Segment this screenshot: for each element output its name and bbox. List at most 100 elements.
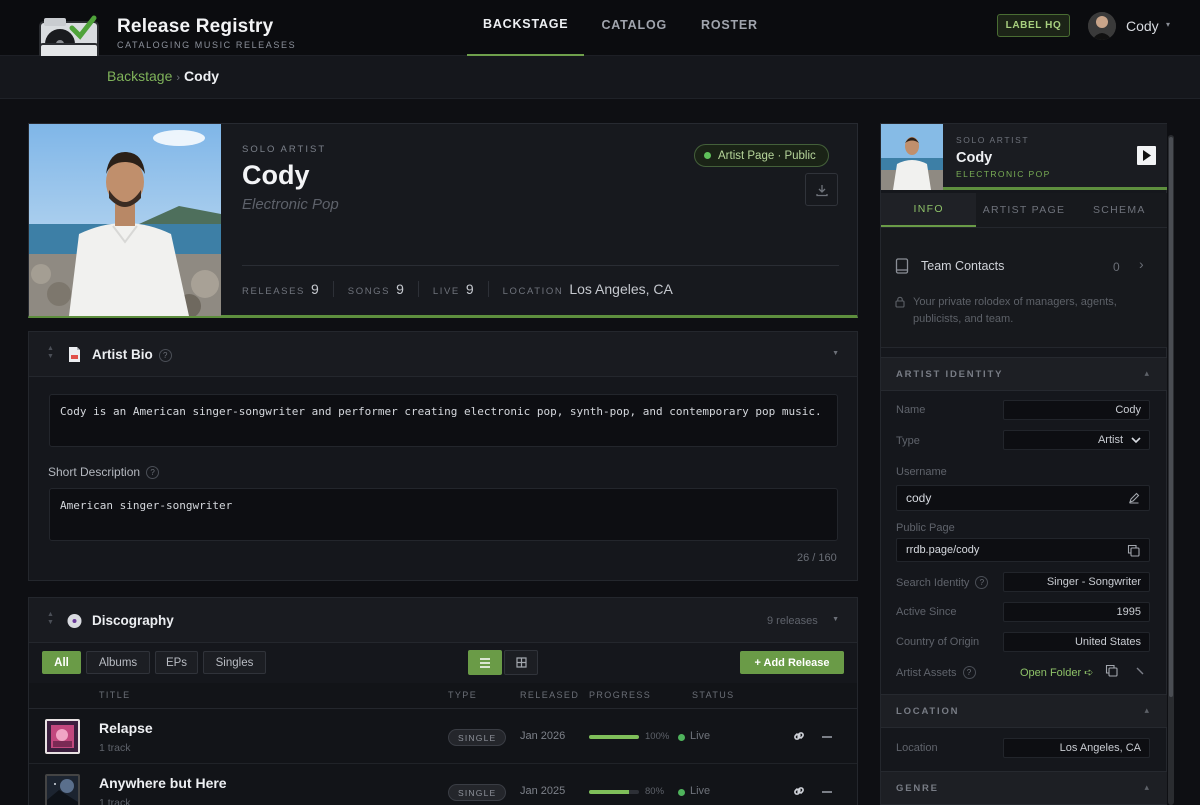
artist-photo — [29, 124, 221, 316]
breadcrumb-separator: › — [176, 72, 181, 84]
chevron-right-icon[interactable]: › — [1139, 256, 1144, 272]
field-label-location: Location — [896, 742, 938, 754]
link-icon[interactable] — [792, 784, 806, 798]
search-identity-field[interactable]: Singer - Songwriter — [1003, 572, 1150, 592]
bio-textarea[interactable]: Cody is an American singer-songwriter an… — [49, 394, 838, 447]
character-counter: 26 / 160 — [797, 552, 837, 564]
panel-title: Artist Bio? — [92, 347, 172, 362]
collapse-chevron-icon[interactable]: ▼ — [832, 350, 839, 357]
stat-label: RELEASES — [242, 286, 305, 297]
help-icon[interactable]: ? — [975, 576, 989, 589]
user-name[interactable]: Cody — [1126, 18, 1159, 34]
column-header-type[interactable]: TYPE — [448, 690, 477, 700]
name-field[interactable]: Cody — [1003, 400, 1150, 420]
add-release-button[interactable]: + Add Release — [740, 651, 844, 674]
tab-schema[interactable]: SCHEMA — [1072, 193, 1167, 227]
list-view-button[interactable] — [468, 650, 502, 675]
collapse-chevron-icon[interactable]: ▼ — [832, 616, 839, 623]
release-date: Jan 2025 — [520, 785, 566, 797]
filter-eps-button[interactable]: EPs — [155, 651, 198, 674]
tab-artist-page[interactable]: ARTIST PAGE — [976, 193, 1071, 227]
column-header-released[interactable]: RELEASED — [520, 690, 579, 700]
help-icon[interactable]: ? — [962, 666, 976, 679]
page-status-badge[interactable]: Artist Page · Public — [694, 144, 829, 167]
discography-header[interactable]: ▲ ▼ Discography 9 releases ▼ — [29, 598, 857, 643]
release-title[interactable]: Relapse — [99, 720, 153, 736]
pencil-icon[interactable] — [1128, 492, 1140, 504]
download-button[interactable] — [805, 173, 838, 206]
team-contacts-note: Your private rolodex of managers, agents… — [913, 296, 1117, 325]
open-folder-link[interactable]: Open Folder ➪ — [1020, 666, 1093, 679]
filter-albums-button[interactable]: Albums — [86, 651, 150, 674]
help-icon[interactable]: ? — [158, 349, 172, 362]
filter-all-button[interactable]: All — [42, 651, 81, 674]
release-track-count: 1 track — [99, 797, 131, 805]
release-title[interactable]: Anywhere but Here — [99, 775, 227, 791]
table-row[interactable]: Anywhere but Here 1 track SINGLE Jan 202… — [29, 764, 857, 805]
play-button[interactable] — [1137, 146, 1156, 165]
release-type-badge: SINGLE — [448, 784, 507, 801]
drag-handle-icon[interactable]: ▲ ▼ — [47, 611, 54, 627]
remove-icon[interactable] — [822, 736, 832, 738]
live-status-dot-icon — [678, 734, 685, 741]
username-field[interactable]: cody — [896, 485, 1150, 511]
collapse-chevron-icon[interactable]: ▴ — [1144, 782, 1149, 793]
table-row[interactable]: Relapse 1 track SINGLE Jan 2026 100% Liv… — [29, 709, 857, 764]
stat-value: 9 — [396, 281, 404, 297]
artist-bio-header[interactable]: ▲ ▼ Artist Bio? ▼ — [29, 332, 857, 377]
location-field[interactable]: Los Angeles, CA — [1003, 738, 1150, 758]
column-header-status[interactable]: STATUS — [692, 690, 735, 700]
location-header[interactable]: LOCATION ▴ — [881, 694, 1167, 728]
sidebar-scrollbar-thumb[interactable] — [1169, 137, 1173, 697]
collapse-chevron-icon[interactable]: ▴ — [1144, 705, 1149, 716]
copy-icon[interactable] — [1127, 544, 1140, 557]
column-header-title[interactable]: TITLE — [99, 690, 131, 700]
collapse-chevron-icon[interactable]: ▴ — [1144, 368, 1149, 379]
remove-icon[interactable] — [822, 791, 832, 793]
live-status-dot-icon — [678, 789, 685, 796]
app-title: Release Registry — [117, 16, 274, 37]
stat-songs: SONGS 9 — [348, 281, 419, 297]
field-label-artist-assets: Artist Assets? — [896, 666, 976, 679]
user-avatar[interactable] — [1088, 12, 1116, 40]
tab-info[interactable]: INFO — [881, 193, 977, 227]
progress-fill — [589, 735, 639, 739]
drag-handle-icon[interactable]: ▲ ▼ — [47, 345, 54, 361]
copy-icon[interactable] — [1105, 664, 1118, 677]
country-field[interactable]: United States — [1003, 632, 1150, 652]
nav-tab-backstage[interactable]: BACKSTAGE — [467, 0, 585, 56]
breadcrumb-link-backstage[interactable]: Backstage — [107, 68, 172, 84]
artist-identity-title: ARTIST IDENTITY — [896, 369, 1004, 380]
help-icon[interactable]: ? — [146, 466, 160, 479]
field-label-username: Username — [896, 466, 947, 478]
unlink-icon[interactable] — [1136, 667, 1144, 675]
release-status: Live — [690, 785, 711, 797]
team-contacts-card[interactable]: Team Contacts 0 › Your private rolodex o… — [881, 228, 1167, 348]
artist-sidebar: SOLO ARTIST Cody ELECTRONIC POP INFO ART… — [880, 123, 1167, 805]
field-label-public-page: Public Page — [896, 522, 955, 534]
public-page-field[interactable]: rrdb.page/cody — [896, 538, 1150, 562]
page-status-text: Artist Page · Public — [718, 149, 816, 162]
artist-identity-header[interactable]: ARTIST IDENTITY ▴ — [881, 357, 1167, 391]
address-book-icon — [895, 258, 909, 274]
user-menu-chevron-icon[interactable]: ▾ — [1166, 20, 1170, 29]
type-select[interactable]: Artist — [1003, 430, 1150, 450]
column-header-progress[interactable]: PROGRESS — [589, 690, 651, 700]
nav-tab-roster[interactable]: ROSTER — [684, 0, 775, 56]
artist-stats: RELEASES 9 SONGS 9 LIVE 9 LOCATION Los Angel… — [242, 281, 701, 297]
release-table-header: TITLE TYPE RELEASED PROGRESS STATUS — [29, 683, 857, 709]
label-hq-button[interactable]: LABEL HQ — [997, 14, 1070, 37]
short-description-textarea[interactable]: American singer-songwriter — [49, 488, 838, 541]
active-since-field[interactable]: 1995 — [1003, 602, 1150, 622]
filter-singles-button[interactable]: Singles — [203, 651, 266, 674]
progress-percent: 80% — [645, 786, 665, 797]
artist-name: Cody — [242, 160, 310, 190]
artist-hero-card: SOLO ARTIST Cody Electronic Pop Artist P… — [28, 123, 858, 318]
nav-tab-catalog[interactable]: CATALOG — [584, 0, 684, 56]
sidebar-tabs: INFO ARTIST PAGE SCHEMA — [881, 193, 1167, 228]
genre-header[interactable]: GENRE ▴ — [881, 771, 1167, 805]
short-description-label-text: Short Description — [48, 465, 141, 479]
progress-percent: 100% — [645, 731, 670, 742]
link-icon[interactable] — [792, 729, 806, 743]
grid-view-button[interactable] — [504, 650, 538, 675]
